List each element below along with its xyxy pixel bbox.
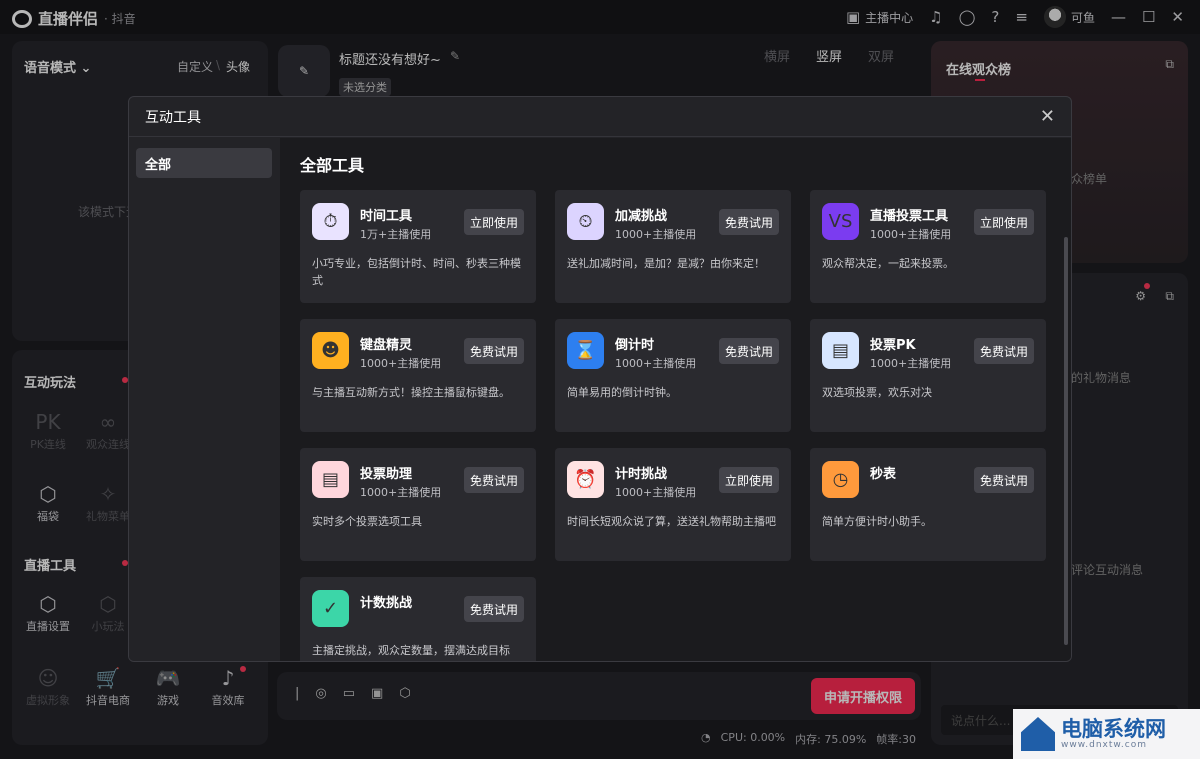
scrollbar[interactable] [1064, 237, 1068, 645]
tool-usage: 1000+主播使用 [360, 357, 442, 370]
tool-card[interactable]: ☻ 键盘精灵 1000+主播使用 免费试用与主播互动新方式！操控主播鼠标键盘。 [300, 319, 536, 432]
tool-description: 主播定挑战，观众定数量，摆满达成目标 [312, 644, 510, 657]
tool-usage: 1000+主播使用 [615, 486, 697, 499]
vote-pk-icon: ▤ [822, 332, 859, 369]
watermark-url: www.dnxtw.com [1061, 740, 1148, 750]
section-title: 全部工具 [300, 156, 365, 175]
tool-card[interactable]: VS 直播投票工具 1000+主播使用 立即使用观众帮决定，一起来投票。 [810, 190, 1046, 303]
tool-usage: 1万+主播使用 [360, 228, 432, 241]
tool-action-button[interactable]: 立即使用 [463, 209, 524, 235]
devil-icon: ☻ [312, 332, 349, 369]
stopwatch-orange-icon: ◷ [822, 461, 859, 498]
dialog-body: 全部工具 ⏱ 时间工具 1万+主播使用 立即使用 小巧专业，包括倒计时、时间、秒表三种模… [280, 138, 1071, 661]
house-logo-icon [1021, 717, 1055, 751]
tool-action-button[interactable]: 免费试用 [973, 467, 1034, 493]
tool-description: 观众帮决定，一起来投票。 [822, 257, 954, 270]
tool-action-button[interactable]: 免费试用 [718, 338, 779, 364]
tool-description: 小巧专业，包括倒计时、时间、秒表三种模式 [312, 257, 521, 287]
tool-name: 倒计时 [615, 338, 655, 353]
tool-description: 送礼加减时间，是加？是减？由你来定！ [567, 257, 765, 270]
tool-description: 双选项投票，欢乐对决 [822, 386, 932, 399]
tool-name: 键盘精灵 [360, 338, 413, 353]
alarm-clock-icon: ⏰ [567, 461, 604, 498]
timer-plus-icon: ⏲ [567, 203, 604, 240]
dialog-sidebar: 全部 [129, 138, 279, 661]
tool-usage: 1000+主播使用 [615, 357, 697, 370]
tool-card[interactable]: ⌛ 倒计时 1000+主播使用 免费试用简单易用的倒计时钟。 [555, 319, 791, 432]
tool-card[interactable]: ✓ 计数挑战 免费试用主播定挑战，观众定数量，摆满达成目标 [300, 577, 536, 661]
tool-card[interactable]: ▤ 投票助理 1000+主播使用 免费试用实时多个投票选项工具 [300, 448, 536, 561]
tool-card[interactable]: ▤ 投票PK 1000+主播使用 免费试用双选项投票，欢乐对决 [810, 319, 1046, 432]
tool-action-button[interactable]: 免费试用 [463, 596, 524, 622]
tool-usage: 1000+主播使用 [360, 486, 442, 499]
tool-description: 实时多个投票选项工具 [312, 515, 422, 528]
count-calendar-icon: ✓ [312, 590, 349, 627]
dialog-header: 互动工具 ✕ [129, 97, 1071, 137]
tool-card[interactable]: ◷ 秒表 免费试用简单方便计时小助手。 [810, 448, 1046, 561]
watermark: 电脑系统网 www.dnxtw.com [1013, 709, 1200, 759]
tool-card[interactable]: ⏲ 加减挑战 1000+主播使用 免费试用送礼加减时间，是加？是减？由你来定！ [555, 190, 791, 303]
interactive-tools-dialog: 互动工具 ✕ 全部 全部工具 ⏱ 时间工具 1万+主播使用 立即使用 小巧专业，包括倒计… [128, 96, 1072, 662]
tool-description: 简单易用的倒计时钟。 [567, 386, 677, 399]
tool-action-button[interactable]: 免费试用 [463, 467, 524, 493]
vote-helper-icon: ▤ [312, 461, 349, 498]
tool-name: 计时挑战 [615, 467, 668, 482]
tool-usage: 1000+主播使用 [870, 357, 952, 370]
dialog-title: 互动工具 [145, 109, 201, 126]
close-dialog-button[interactable]: ✕ [1040, 106, 1055, 127]
tool-name: 直播投票工具 [870, 209, 949, 224]
tool-action-button[interactable]: 立即使用 [718, 467, 779, 493]
tool-usage: 1000+主播使用 [615, 228, 697, 241]
tool-card[interactable]: ⏱ 时间工具 1万+主播使用 立即使用小巧专业，包括倒计时、时间、秒表三种模式 [300, 190, 536, 303]
tool-action-button[interactable]: 免费试用 [463, 338, 524, 364]
tool-name: 计数挑战 [360, 596, 413, 611]
tool-name: 时间工具 [360, 209, 413, 224]
tool-action-button[interactable]: 立即使用 [973, 209, 1034, 235]
tool-name: 投票助理 [360, 467, 413, 482]
sidebar-item-all[interactable]: 全部 [136, 148, 272, 178]
tool-name: 秒表 [870, 467, 897, 482]
tool-cards: ⏱ 时间工具 1万+主播使用 立即使用 小巧专业，包括倒计时、时间、秒表三种模式 ⏲ 加减挑… [300, 190, 1051, 661]
tool-action-button[interactable]: 免费试用 [718, 209, 779, 235]
tool-description: 时间长短观众说了算，送送礼物帮助主播吧 [567, 515, 776, 528]
tool-description: 简单方便计时小助手。 [822, 515, 932, 528]
watermark-text: 电脑系统网 [1061, 717, 1166, 741]
stopwatch-icon: ⏱ [312, 203, 349, 240]
tool-name: 加减挑战 [615, 209, 668, 224]
hourglass-icon: ⌛ [567, 332, 604, 369]
tool-action-button[interactable]: 免费试用 [973, 338, 1034, 364]
tool-card[interactable]: ⏰ 计时挑战 1000+主播使用 立即使用时间长短观众说了算，送送礼物帮助主播吧 [555, 448, 791, 561]
vs-icon: VS [822, 203, 859, 240]
tool-description: 与主播互动新方式！操控主播鼠标键盘。 [312, 386, 510, 399]
tool-name: 投票PK [870, 338, 916, 353]
tool-usage: 1000+主播使用 [870, 228, 952, 241]
